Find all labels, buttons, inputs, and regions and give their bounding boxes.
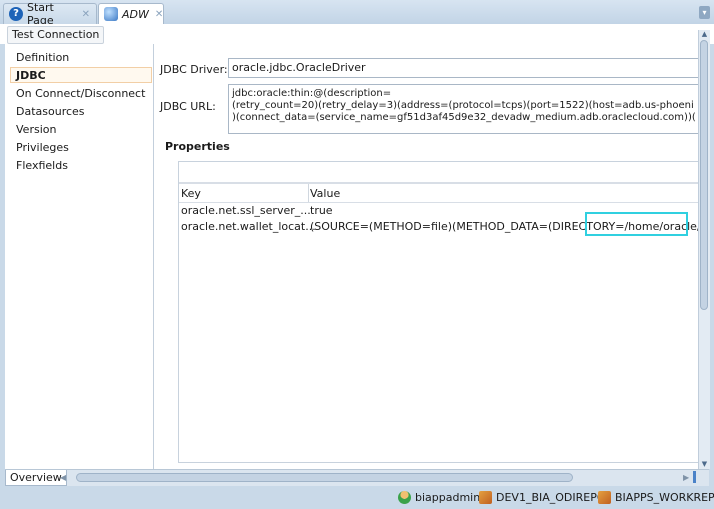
table-header-row: Key Value [179,183,698,203]
scroll-left-icon[interactable]: ◀ [60,472,66,483]
scroll-right-icon[interactable]: ▶ [683,472,689,483]
tab-list-menu-icon[interactable]: ▾ [699,6,710,19]
annotation-highlight-box [585,212,688,236]
nav-item-on-connect-disconnect[interactable]: On Connect/Disconnect [16,87,145,100]
horizontal-scrollbar[interactable]: ◀ ▶ [60,471,696,483]
horizontal-scroll-thumb[interactable] [76,473,573,482]
tab-adw[interactable]: ADW ✕ [98,3,164,24]
jdbc-driver-label: JDBC Driver: [160,63,228,76]
jdbc-url-field[interactable]: jdbc:oracle:thin:@(description= (retry_c… [228,84,698,134]
properties-table: Key Value oracle.net.ssl_server_... true… [178,161,698,463]
scroll-down-icon[interactable]: ▼ [699,460,710,469]
status-user: biappadmin [398,491,480,504]
repository-icon [479,491,492,504]
tab-label: ADW [122,7,149,21]
bottom-tab-bar: Overview ◀ ▶ [5,469,709,486]
repository-icon [598,491,611,504]
url-line: )(connect_data=(service_name=gf51d3af45d… [232,112,696,123]
database-icon [104,7,118,21]
jdbc-driver-field[interactable]: oracle.jdbc.OracleDriver [228,58,698,78]
close-icon[interactable]: ✕ [82,9,90,20]
help-icon: ? [9,7,23,21]
nav-item-jdbc[interactable]: JDBC [10,67,152,83]
editor-left-nav: Definition JDBC On Connect/Disconnect Da… [5,44,154,469]
status-repo-label: BIAPPS_WORKREP [615,491,714,504]
status-user-label: biappadmin [415,491,481,504]
url-line: jdbc:oracle:thin:@(description= [232,88,392,99]
column-header-key[interactable]: Key [181,187,201,200]
jdbc-panel: JDBC Driver: oracle.jdbc.OracleDriver JD… [154,44,698,469]
column-divider[interactable] [308,184,309,202]
property-key: oracle.net.ssl_server_... [181,204,311,217]
property-key: oracle.net.wallet_locat... [181,220,316,233]
tab-start-page[interactable]: ? Start Page ✕ [3,1,97,27]
nav-item-version[interactable]: Version [16,123,56,136]
editor-toolbar: Test Connection [0,24,714,44]
property-value: true [310,204,333,217]
editor-tab-strip: ? Start Page ✕ ADW ✕ ▾ [0,0,714,27]
scroll-end-marker [693,471,696,483]
test-connection-button[interactable]: Test Connection [7,26,105,44]
vertical-scrollbar[interactable]: ▲ ▼ [698,30,710,469]
nav-item-datasources[interactable]: Datasources [16,105,85,118]
jdbc-url-label: JDBC URL: [160,100,216,113]
status-bar: biappadmin DEV1_BIA_ODIREPO BIAPPS_WORKR… [0,487,714,509]
status-repo-label: DEV1_BIA_ODIREPO [496,491,606,504]
close-icon[interactable]: ✕ [155,9,163,20]
scroll-up-icon[interactable]: ▲ [699,30,710,39]
nav-item-definition[interactable]: Definition [16,51,69,64]
status-master-repo: DEV1_BIA_ODIREPO [479,491,606,504]
tab-overview[interactable]: Overview [5,470,67,486]
vertical-scroll-thumb[interactable] [700,40,708,310]
url-line: (retry_count=20)(retry_delay=3)(address=… [232,100,694,111]
status-work-repo: BIAPPS_WORKREP [598,491,714,504]
column-header-value[interactable]: Value [310,187,340,200]
properties-title: Properties [165,140,230,153]
nav-item-privileges[interactable]: Privileges [16,141,69,154]
user-icon [398,491,411,504]
nav-item-flexfields[interactable]: Flexfields [16,159,68,172]
